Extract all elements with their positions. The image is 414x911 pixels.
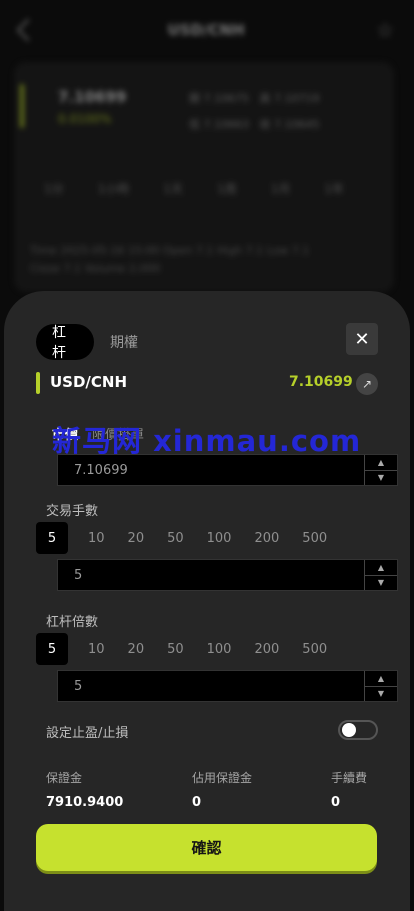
page-title: USD/CNH (167, 21, 245, 39)
stop-loss-label: 設定止盈/止損 (46, 726, 129, 741)
current-quote: 7.10699 (289, 374, 353, 390)
bg-stat: 開 7.10675 (189, 92, 249, 105)
leverage-preset[interactable]: 100 (207, 642, 232, 657)
quantity-preset[interactable]: 50 (167, 531, 184, 546)
chevron-down-icon: ▼ (377, 473, 385, 483)
price-input-value: 7.10699 (74, 462, 128, 478)
quantity-preset[interactable]: 500 (302, 531, 327, 546)
leverage-preset[interactable]: 20 (128, 642, 145, 657)
margin-label: 保證金 (46, 771, 83, 785)
leverage-preset[interactable]: 10 (88, 642, 105, 657)
quantity-input[interactable]: 5 ▲ ▼ (57, 559, 398, 591)
leverage-stepper: ▲ ▼ (364, 671, 397, 701)
period-tab[interactable]: 1年 (324, 180, 344, 197)
close-button[interactable]: ✕ (346, 323, 378, 355)
mode-tabs: 杠杆 期權 (36, 324, 154, 361)
open-chart-button[interactable]: ↗ (356, 373, 378, 395)
period-tab[interactable]: 1天 (163, 180, 183, 197)
leverage-preset[interactable]: 200 (254, 642, 279, 657)
confirm-button[interactable]: 確認 (36, 824, 377, 871)
back-icon[interactable] (16, 18, 40, 42)
price-input[interactable]: 7.10699 ▲ ▼ (57, 454, 398, 486)
toggle-knob (342, 723, 356, 737)
quantity-stepper: ▲ ▼ (364, 560, 397, 590)
chevron-up-icon: ▲ (377, 457, 385, 467)
favorite-icon[interactable]: ☆ (376, 18, 394, 42)
bg-stats: 開 7.10675 高 7.10719 低 7.10663 收 7.10645 (189, 86, 319, 138)
quantity-input-value: 5 (74, 567, 83, 583)
price-decrement-button[interactable]: ▼ (365, 471, 397, 486)
leverage-preset[interactable]: 500 (302, 642, 327, 657)
leverage-preset[interactable]: 50 (167, 642, 184, 657)
bg-price: 7.10699 (58, 88, 127, 106)
leverage-decrement-button[interactable]: ▼ (365, 687, 397, 702)
quantity-decrement-button[interactable]: ▼ (365, 576, 397, 591)
quantity-label: 交易手數 (46, 504, 99, 519)
period-tabs: 1分 1小時 1天 1周 1月 1年 (44, 180, 344, 197)
stop-loss-toggle[interactable] (338, 720, 378, 740)
chevron-down-icon: ▼ (377, 689, 385, 699)
leverage-preset-selected[interactable]: 5 (36, 633, 68, 665)
chevron-up-icon: ▲ (377, 562, 385, 572)
quantity-preset[interactable]: 10 (88, 531, 105, 546)
quantity-presets: 5 10 20 50 100 200 500 (36, 522, 350, 554)
bg-stat: 收 7.10645 (259, 118, 320, 131)
period-tab[interactable]: 1小時 (98, 180, 130, 197)
chevron-down-icon: ▼ (377, 578, 385, 588)
fee-label: 手續費 (331, 771, 368, 785)
bg-change: 0.0100% (58, 112, 112, 126)
fee-value: 0 (331, 795, 341, 810)
period-tab[interactable]: 1周 (217, 180, 237, 197)
quantity-increment-button[interactable]: ▲ (365, 560, 397, 576)
tab-options[interactable]: 期權 (94, 324, 154, 360)
quote-accent-bar (20, 84, 24, 128)
margin-value: 7910.9400 (46, 795, 124, 810)
leverage-increment-button[interactable]: ▲ (365, 671, 397, 687)
quantity-preset-selected[interactable]: 5 (36, 522, 68, 554)
arrow-up-right-icon: ↗ (361, 377, 373, 391)
leverage-label: 杠杆倍數 (46, 615, 99, 630)
quantity-preset[interactable]: 100 (207, 531, 232, 546)
period-tab[interactable]: 1分 (44, 180, 64, 197)
symbol-accent-bar (36, 372, 40, 394)
price-stepper: ▲ ▼ (364, 455, 397, 485)
leverage-input-value: 5 (74, 678, 83, 694)
period-tab[interactable]: 1月 (271, 180, 291, 197)
bg-stat: 低 7.10663 (189, 118, 249, 131)
bg-stat: 高 7.10719 (259, 92, 320, 105)
leverage-input[interactable]: 5 ▲ ▼ (57, 670, 398, 702)
quantity-preset[interactable]: 20 (128, 531, 145, 546)
quantity-preset[interactable]: 200 (254, 531, 279, 546)
quote-card: 7.10699 0.0100% 開 7.10675 高 7.10719 低 7.… (14, 62, 394, 292)
used-margin-value: 0 (192, 795, 202, 810)
top-bar: USD/CNH ☆ (0, 0, 414, 60)
used-margin-label: 佔用保證金 (192, 771, 253, 785)
price-increment-button[interactable]: ▲ (365, 455, 397, 471)
tab-leverage[interactable]: 杠杆 (36, 324, 94, 361)
candle-info: Time 2025-05-16 15:00 Open 7.1 High 7.1 … (30, 244, 310, 275)
leverage-presets: 5 10 20 50 100 200 500 (36, 633, 350, 665)
chevron-up-icon: ▲ (377, 673, 385, 683)
close-icon: ✕ (354, 328, 370, 350)
symbol-name: USD/CNH (50, 373, 128, 391)
